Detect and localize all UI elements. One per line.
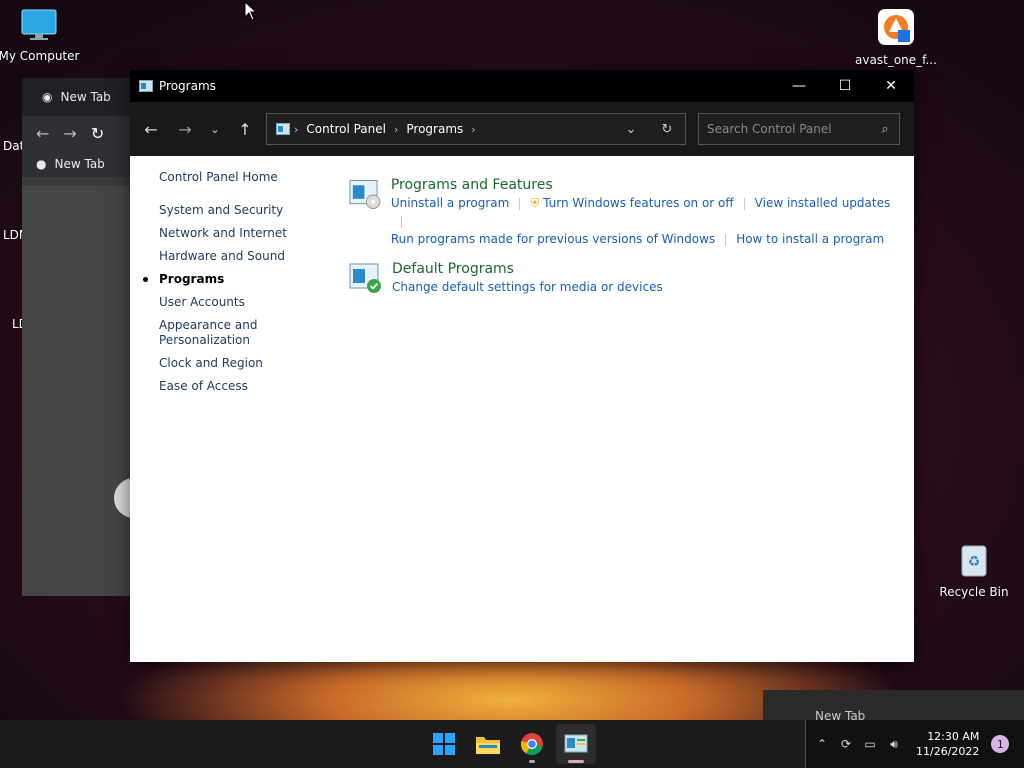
chevron-up-icon[interactable]: ⌃ bbox=[810, 737, 834, 751]
monitor-icon bbox=[21, 9, 57, 40]
svg-text:♻: ♻ bbox=[968, 554, 981, 570]
desktop-icon-my-computer[interactable]: My Computer bbox=[0, 8, 84, 63]
forward-button[interactable]: → bbox=[168, 114, 202, 144]
start-button[interactable] bbox=[424, 724, 464, 764]
desktop-icon-avast[interactable]: avast_one_f... bbox=[851, 8, 941, 67]
control-panel-icon bbox=[564, 734, 588, 753]
browser-body bbox=[22, 186, 132, 596]
maximize-button[interactable]: ☐ bbox=[822, 70, 868, 102]
sidebar: Control Panel Home System and Security N… bbox=[130, 156, 330, 402]
mouse-cursor-icon bbox=[244, 1, 258, 21]
close-button[interactable]: ✕ bbox=[868, 70, 914, 102]
desktop-icon-label: Recycle Bin bbox=[939, 585, 1009, 599]
default-programs-icon bbox=[349, 263, 381, 293]
taskbar-apps bbox=[424, 720, 596, 768]
category-programs-features: Programs and Features Uninstall a progra… bbox=[348, 176, 894, 248]
link-divider bbox=[725, 233, 727, 246]
breadcrumb-programs[interactable]: Programs bbox=[406, 122, 463, 136]
system-tray: ⌃ ⟳ ▭ 🔊︎ 12:30 AM 11/26/2022 1 bbox=[805, 720, 1024, 768]
title-bar[interactable]: Programs — ☐ ✕ bbox=[130, 70, 914, 102]
clock[interactable]: 12:30 AM 11/26/2022 bbox=[916, 729, 979, 759]
reload-icon[interactable]: ↻ bbox=[91, 124, 104, 143]
sidebar-item-user-accounts[interactable]: User Accounts bbox=[130, 295, 330, 310]
sidebar-item-network-internet[interactable]: Network and Internet bbox=[130, 226, 330, 241]
back-button[interactable]: ← bbox=[134, 114, 168, 144]
how-to-install-link[interactable]: How to install a program bbox=[736, 230, 884, 248]
windows-logo-icon bbox=[433, 733, 455, 755]
search-icon[interactable]: ⌕ bbox=[871, 122, 899, 137]
network-icon[interactable]: ▭ bbox=[858, 737, 882, 751]
chrome-icon bbox=[520, 733, 543, 756]
background-browser-window[interactable]: ◉ New Tab ← → ↻ ● New Tab bbox=[22, 78, 154, 596]
category-title[interactable]: Programs and Features bbox=[391, 176, 894, 194]
uninstall-program-link[interactable]: Uninstall a program bbox=[391, 194, 510, 212]
sidebar-item-clock-region[interactable]: Clock and Region bbox=[130, 356, 330, 371]
category-title[interactable]: Default Programs bbox=[392, 260, 663, 278]
browser-nav: ← → ↻ bbox=[22, 116, 132, 150]
content-area: Control Panel Home System and Security N… bbox=[130, 156, 914, 662]
link-divider bbox=[743, 197, 745, 210]
breadcrumb-control-panel[interactable]: Control Panel bbox=[306, 122, 386, 136]
programs-features-icon bbox=[349, 179, 381, 209]
desktop-icon-label: avast_one_f... bbox=[855, 53, 937, 67]
active-indicator bbox=[568, 760, 584, 763]
minimize-button[interactable]: — bbox=[776, 70, 822, 102]
clock-time: 12:30 AM bbox=[927, 730, 980, 743]
sidebar-item-programs[interactable]: Programs bbox=[130, 272, 330, 287]
uac-shield-icon: ⛨ bbox=[530, 196, 540, 210]
avast-icon bbox=[878, 9, 914, 45]
taskbar: ⌃ ⟳ ▭ 🔊︎ 12:30 AM 11/26/2022 1 bbox=[0, 720, 1024, 768]
sidebar-item-hardware-sound[interactable]: Hardware and Sound bbox=[130, 249, 330, 264]
link-divider bbox=[400, 215, 402, 228]
change-defaults-link[interactable]: Change default settings for media or dev… bbox=[392, 278, 663, 296]
bookmark-label: New Tab bbox=[54, 157, 105, 171]
sidebar-item-system-security[interactable]: System and Security bbox=[130, 203, 330, 218]
chrome-icon: ◉ bbox=[42, 90, 53, 104]
breadcrumb-chevron-icon: › bbox=[294, 122, 299, 136]
browser-tab-label: New Tab bbox=[60, 90, 111, 104]
address-toolbar: ← → ⌄ ↑ › Control Panel › Programs › ⌄ ↻… bbox=[130, 102, 914, 156]
installed-updates-link[interactable]: View installed updates bbox=[755, 194, 891, 212]
desktop-icon-label: My Computer bbox=[0, 49, 80, 63]
category-default-programs: Default Programs Change default settings… bbox=[348, 260, 894, 296]
chrome-button[interactable] bbox=[512, 724, 552, 764]
window-title: Programs bbox=[159, 79, 216, 93]
breadcrumb-chevron-icon[interactable]: › bbox=[471, 123, 475, 136]
address-bar[interactable]: › Control Panel › Programs › ⌄ ↻ bbox=[266, 113, 686, 145]
category-list: Programs and Features Uninstall a progra… bbox=[348, 176, 894, 308]
bookmark-item[interactable]: ● New Tab bbox=[22, 150, 132, 179]
search-box[interactable]: ⌕ bbox=[698, 113, 900, 145]
refresh-icon[interactable]: ↻ bbox=[649, 122, 685, 137]
recycle-bin-icon: ♻ bbox=[961, 545, 987, 577]
folder-icon bbox=[476, 737, 500, 754]
sidebar-item-home[interactable]: Control Panel Home bbox=[130, 170, 330, 185]
sidebar-item-ease-of-access[interactable]: Ease of Access bbox=[130, 379, 330, 394]
sidebar-item-appearance[interactable]: Appearance and Personalization bbox=[130, 318, 269, 348]
recent-locations-button[interactable]: ⌄ bbox=[202, 114, 228, 144]
clock-date: 11/26/2022 bbox=[916, 745, 980, 758]
notification-badge[interactable]: 1 bbox=[991, 735, 1010, 753]
search-input[interactable] bbox=[699, 121, 871, 137]
breadcrumb-chevron-icon[interactable]: › bbox=[394, 123, 398, 136]
back-arrow-icon[interactable]: ← bbox=[36, 124, 49, 143]
control-panel-window: Programs — ☐ ✕ ← → ⌄ ↑ › Control Panel ›… bbox=[130, 70, 914, 662]
taskbar-preview[interactable]: New Tab bbox=[763, 690, 1024, 723]
running-indicator bbox=[529, 760, 535, 763]
compatibility-link[interactable]: Run programs made for previous versions … bbox=[391, 230, 715, 248]
control-panel-taskbar-button[interactable] bbox=[556, 724, 596, 764]
sync-icon[interactable]: ⟳ bbox=[834, 737, 858, 751]
address-dropdown-icon[interactable]: ⌄ bbox=[613, 122, 649, 137]
control-panel-icon bbox=[139, 80, 153, 92]
control-panel-icon bbox=[276, 123, 290, 135]
volume-icon[interactable]: 🔊︎ bbox=[882, 737, 906, 752]
browser-tab[interactable]: ◉ New Tab bbox=[22, 78, 132, 116]
desktop-icon-recycle-bin[interactable]: ♻ Recycle Bin bbox=[929, 542, 1019, 599]
windows-features-link[interactable]: Turn Windows features on or off bbox=[543, 194, 734, 212]
forward-arrow-icon[interactable]: → bbox=[63, 124, 76, 143]
link-divider bbox=[519, 197, 521, 210]
up-button[interactable]: ↑ bbox=[228, 114, 262, 144]
file-explorer-button[interactable] bbox=[468, 724, 508, 764]
globe-icon: ● bbox=[36, 157, 47, 171]
